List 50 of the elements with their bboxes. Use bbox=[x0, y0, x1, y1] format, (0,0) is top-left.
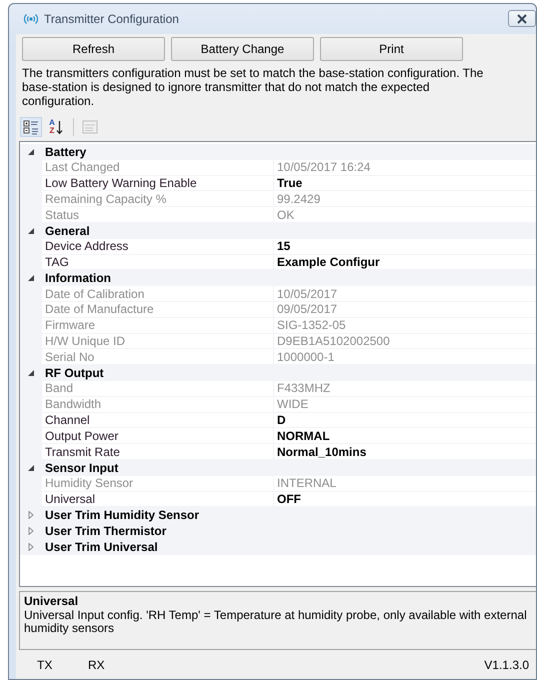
category-label: RF Output bbox=[44, 366, 104, 380]
expand-icon[interactable] bbox=[27, 511, 35, 520]
property-value: INTERNAL bbox=[274, 476, 536, 492]
category-label: Sensor Input bbox=[44, 460, 118, 475]
property-name[interactable]: Channel bbox=[42, 412, 274, 428]
property-value: SIG-1352-05 bbox=[274, 318, 536, 334]
property-value[interactable]: 15 bbox=[274, 238, 536, 255]
status-label: RX bbox=[88, 658, 106, 672]
property-value: 09/05/2017 bbox=[274, 302, 536, 318]
close-button[interactable] bbox=[508, 10, 536, 27]
categorize-button[interactable] bbox=[20, 117, 42, 137]
category-label: Battery bbox=[44, 144, 86, 159]
property-value: F433MHZ bbox=[274, 380, 536, 397]
property-value[interactable]: True bbox=[274, 176, 536, 192]
description-text: The transmitters configuration must be set to match the base-station configuration. The base-station is designed to ignore transmitter that do not match the expected configuration. bbox=[22, 66, 484, 108]
sort-letters: A Z bbox=[49, 119, 55, 135]
property-value: 10/05/2017 bbox=[274, 286, 536, 302]
property-name[interactable]: Low Battery Warning Enable bbox=[42, 176, 274, 192]
property-value: WIDE bbox=[274, 396, 536, 413]
expand-icon[interactable] bbox=[27, 527, 35, 536]
collapse-icon[interactable] bbox=[27, 464, 35, 472]
property-name[interactable]: Output Power bbox=[42, 428, 274, 444]
collapse-icon[interactable] bbox=[27, 226, 35, 235]
category-label: Information bbox=[44, 271, 111, 286]
category-label: General bbox=[44, 224, 90, 238]
status-label: TX bbox=[37, 658, 54, 672]
collapse-icon[interactable] bbox=[27, 274, 35, 282]
property-value: 10/05/2017 16:24 bbox=[274, 160, 536, 176]
category-label: User Trim Humidity Sensor bbox=[44, 508, 200, 522]
down-arrow-icon bbox=[56, 119, 63, 135]
collapse-icon[interactable] bbox=[27, 369, 35, 378]
collapse-icon[interactable] bbox=[27, 148, 35, 156]
property-name[interactable]: Device Address bbox=[42, 238, 274, 255]
version-label: V1.1.3.0 bbox=[484, 658, 529, 672]
expand-icon[interactable] bbox=[27, 542, 35, 551]
signal-icon bbox=[24, 13, 38, 25]
category-label: User Trim Thermistor bbox=[44, 524, 166, 538]
property-value: D9EB1A5102002500 bbox=[274, 334, 536, 350]
property-value[interactable]: NORMAL bbox=[274, 428, 536, 444]
toolbar-button[interactable]: Refresh bbox=[22, 37, 165, 61]
toolbar-button[interactable]: Print bbox=[320, 37, 463, 61]
toolbar-button[interactable]: Battery Change bbox=[171, 37, 314, 61]
window-title: Transmitter Configuration bbox=[44, 12, 179, 26]
property-value[interactable]: D bbox=[274, 412, 536, 428]
close-icon bbox=[516, 14, 528, 24]
category-label: User Trim Universal bbox=[44, 540, 158, 554]
help-title: Universal bbox=[24, 595, 80, 608]
help-text: Universal Input config. 'RH Temp' = Temperature at humidity probe, only available with external humidity sensors bbox=[24, 608, 528, 636]
property-value: 99.2429 bbox=[274, 191, 536, 208]
sort-button[interactable]: A Z bbox=[44, 117, 68, 137]
